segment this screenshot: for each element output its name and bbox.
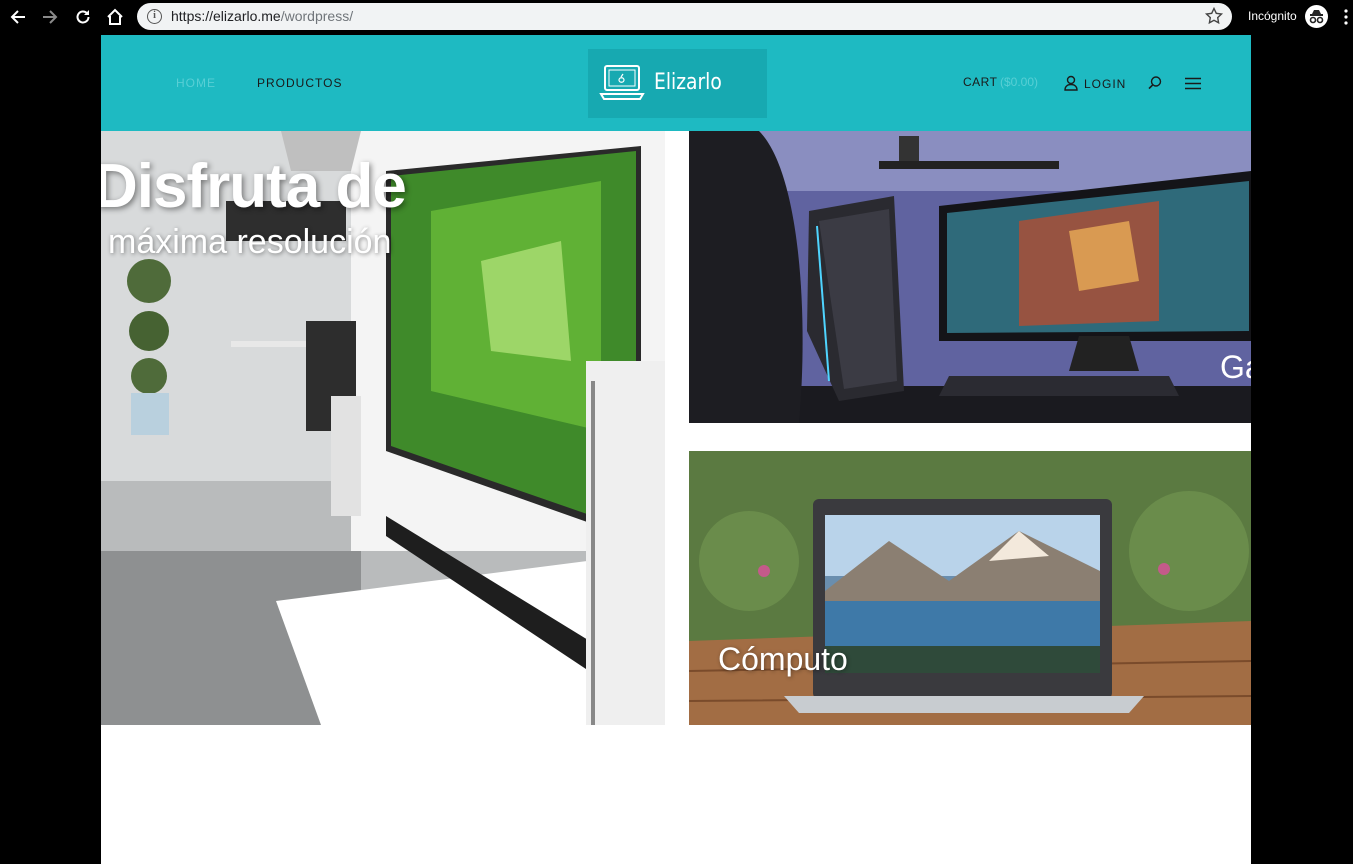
address-bar[interactable]: i https://elizarlo.me/wordpress/ (137, 3, 1232, 30)
site-header: HOME PRODUCTOS Elizarlo CART ($0.00) LOG… (101, 35, 1251, 131)
cart-amount[interactable]: ($0.00) (1000, 75, 1038, 89)
bookmark-star-icon[interactable] (1204, 6, 1224, 26)
category-banner-computo[interactable]: Cómputo (689, 451, 1251, 725)
site-logo[interactable]: Elizarlo (588, 49, 767, 118)
laptop-logo-icon (599, 65, 645, 100)
gaming-setup-image (689, 131, 1251, 423)
url-text[interactable]: https://elizarlo.me/wordpress/ (171, 8, 353, 24)
hero-subtitle: máxima resolución (108, 223, 392, 261)
reload-icon[interactable] (71, 5, 95, 29)
computo-label: Cómputo (718, 641, 848, 677)
forward-icon[interactable] (38, 5, 62, 29)
url-path: /wordpress/ (280, 8, 354, 24)
web-page: HOME PRODUCTOS Elizarlo CART ($0.00) LOG… (101, 35, 1251, 864)
logo-text: Elizarlo (654, 70, 722, 95)
hero-banner-tv[interactable]: Disfruta de máxima resolución (101, 131, 665, 725)
category-banner-gaming[interactable]: Ga (689, 131, 1251, 423)
cart-link[interactable]: CART (963, 75, 997, 89)
site-info-icon[interactable]: i (147, 9, 162, 24)
browser-toolbar: i https://elizarlo.me/wordpress/ Incógni… (0, 0, 1353, 35)
gaming-label: Ga (1220, 349, 1251, 385)
login-link[interactable]: LOGIN (1084, 77, 1126, 91)
nav-productos[interactable]: PRODUCTOS (257, 76, 342, 90)
incognito-icon[interactable] (1305, 5, 1328, 28)
hero-title: Disfruta de (101, 152, 407, 221)
nav-home[interactable]: HOME (176, 76, 216, 90)
user-icon[interactable] (1064, 75, 1078, 91)
hamburger-menu-icon[interactable] (1185, 77, 1201, 90)
back-icon[interactable] (6, 5, 30, 29)
home-icon[interactable] (103, 5, 127, 29)
incognito-label: Incógnito (1248, 9, 1297, 23)
browser-menu-icon[interactable] (1343, 9, 1349, 25)
laptop-scene-image (689, 451, 1251, 725)
search-icon[interactable] (1147, 75, 1163, 91)
url-host: https://elizarlo.me (171, 8, 281, 24)
